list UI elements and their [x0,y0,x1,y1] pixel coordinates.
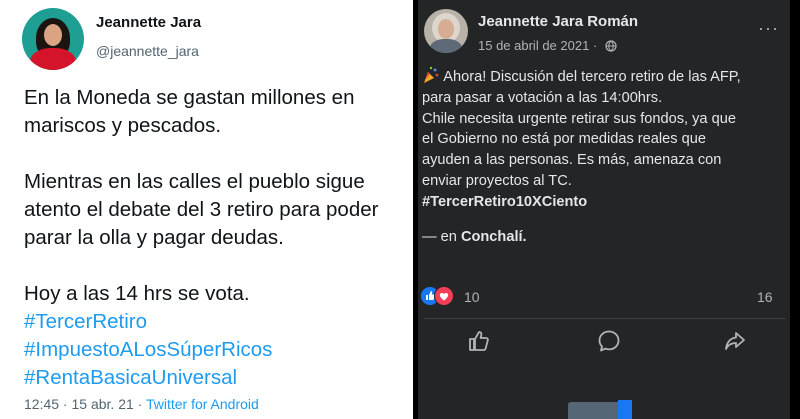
tweet-paragraph: En la Moneda se gastan millones en maris… [24,86,355,137]
tweet-paragraph: Mientras en las calles el pueblo sigue a… [24,170,379,249]
hashtag-link[interactable]: #RentaBasicaUniversal [24,364,409,392]
tweet-time[interactable]: 12:45 [24,396,59,412]
tweet-text: En la Moneda se gastan millones en maris… [24,84,409,392]
post-text: Ahora! Discusión del tercero retiro de l… [422,66,790,247]
tweet-date[interactable]: 15 abr. 21 [72,396,134,412]
divider [424,318,786,319]
author-handle[interactable]: @jeannette_jara [96,43,199,59]
author-name[interactable]: Jeannette Jara Román [478,13,638,30]
partial-image-accent [618,400,632,419]
more-options-button[interactable]: ··· [758,18,779,39]
avatar[interactable] [22,8,84,70]
post-line: el Gobierno no está por medidas reales q… [422,131,706,148]
comment-count[interactable]: 16 [757,289,773,305]
post-line: ayuden a las personas. Es más, amenaza c… [422,152,722,169]
comment-icon[interactable] [596,328,622,354]
hashtag-link[interactable]: #ImpuestoALosSúperRicos [24,336,409,364]
tweet-card: Jeannette Jara @jeannette_jara En la Mon… [0,0,413,419]
hashtag-link[interactable]: #TercerRetiro [24,308,409,336]
facebook-post: Jeannette Jara Román 15 de abril de 2021… [418,0,790,419]
avatar[interactable] [424,9,468,53]
tweet-source[interactable]: Twitter for Android [146,396,259,412]
tweet-meta: 12:45 · 15 abr. 21 · Twitter for Android [24,396,259,412]
love-reaction-icon [434,286,454,306]
post-date[interactable]: 15 de abril de 2021 · [478,38,617,53]
party-popper-icon [424,66,439,83]
like-icon[interactable] [466,328,492,354]
post-line: enviar proyectos al TC. [422,172,572,189]
globe-icon [605,40,617,52]
tweet-paragraph: Hoy a las 14 hrs se vota. [24,282,250,305]
hashtag-link[interactable]: #TercerRetiro10XCiento [422,192,790,213]
location: — en Conchalí. [422,228,527,245]
post-line: Ahora! Discusión del tercero retiro de l… [443,69,741,85]
edge-strip [790,0,800,419]
post-line: Chile necesita urgente retirar sus fondo… [422,110,736,127]
post-line: para pasar a votación a las 14:00hrs. [422,89,663,106]
location-link[interactable]: Conchalí. [461,229,527,245]
reaction-count[interactable]: 10 [464,289,480,305]
share-icon[interactable] [722,328,748,354]
author-name[interactable]: Jeannette Jara [96,14,201,31]
